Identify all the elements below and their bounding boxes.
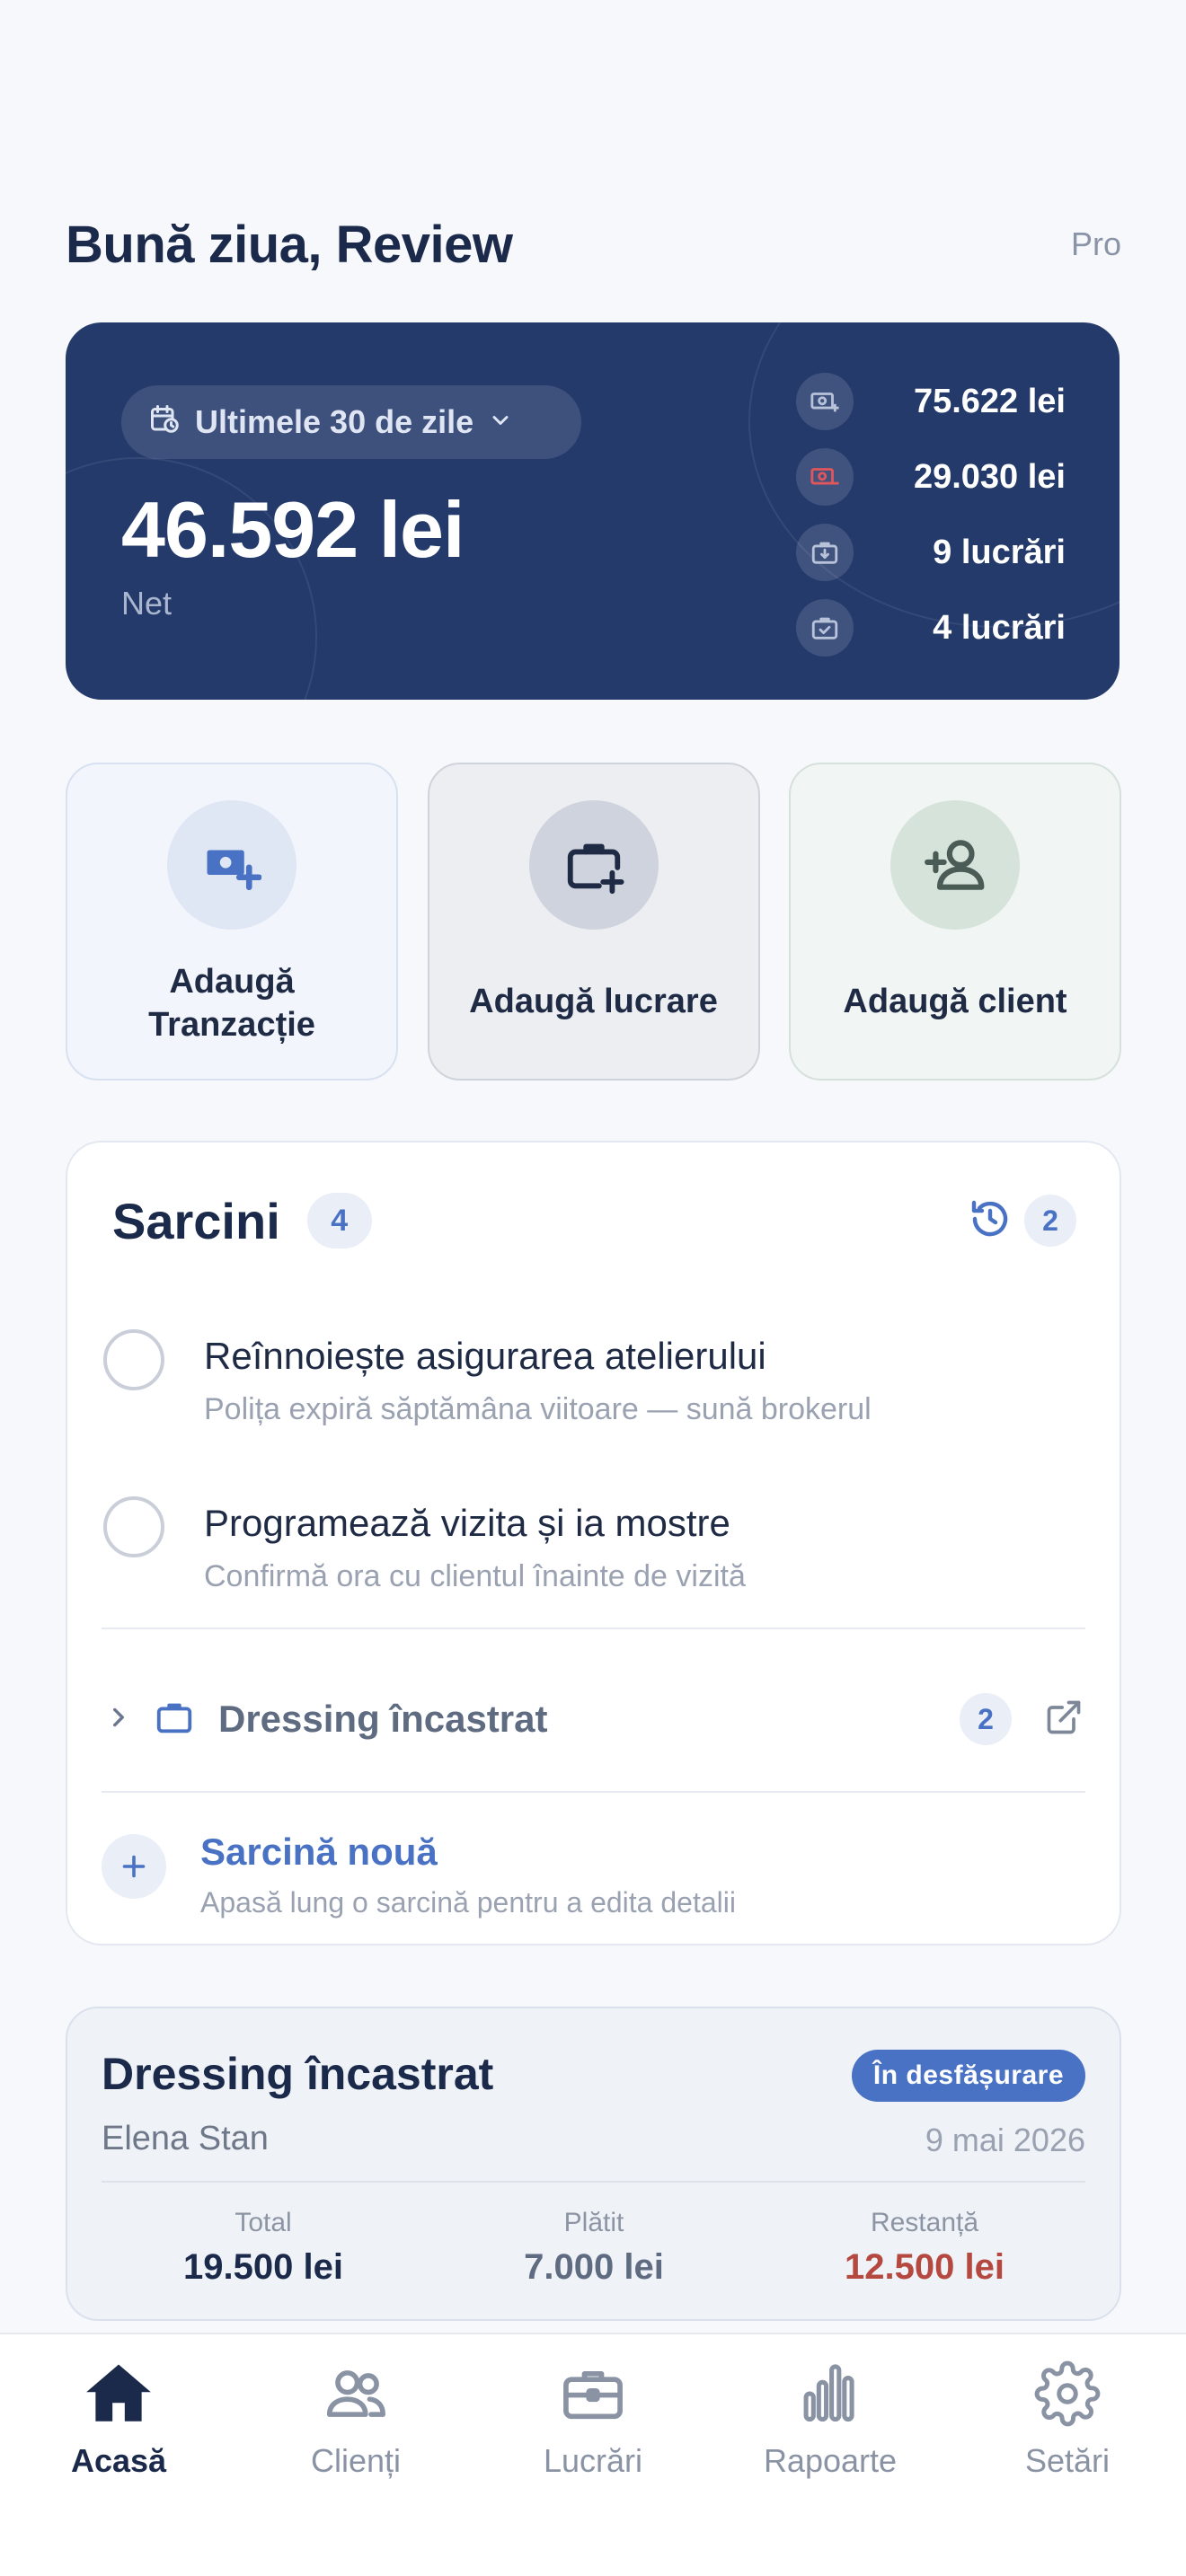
task-title: Reînnoiește asigurarea atelierului [204, 1335, 766, 1377]
paid-block: Plătit 7.000 lei [432, 2208, 756, 2288]
stats-list: 75.622 lei 29.030 lei 9 lucrări 4 lucrăr… [796, 364, 1066, 666]
add-job-label: Adaugă lucrare [469, 983, 718, 1020]
quick-actions: Adaugă Tranzacție Adaugă lucrare Adaugă … [66, 763, 1121, 1081]
due-value: 12.500 lei [845, 2247, 1005, 2287]
history-count-badge: 2 [1024, 1195, 1076, 1247]
users-icon [323, 2351, 389, 2437]
nav-reports-label: Rapoarte [763, 2442, 898, 2479]
home-screen: Bună ziua, Review Pro Ultimele 30 de zil… [0, 0, 1186, 2576]
task-project-group[interactable]: Dressing încastrat 2 [103, 1674, 1084, 1764]
briefcase-check-icon [796, 599, 854, 657]
nav-clients-label: Clienți [310, 2442, 402, 2479]
new-task-label: Sarcină nouă [200, 1831, 438, 1873]
tasks-card: Sarcini 4 2 Reînnoiește asigurarea ateli… [66, 1141, 1121, 1945]
add-transaction-button[interactable]: Adaugă Tranzacție [66, 763, 398, 1081]
tasks-title: Sarcini [112, 1192, 280, 1249]
stat-expense[interactable]: 29.030 lei [796, 439, 1066, 515]
nav-jobs-label: Lucrări [543, 2442, 643, 2479]
project-card[interactable]: Dressing încastrat În desfășurare Elena … [66, 2007, 1121, 2321]
money-plus-icon [167, 800, 296, 930]
add-job-button[interactable]: Adaugă lucrare [427, 763, 760, 1081]
due-block: Restanță 12.500 lei [763, 2208, 1086, 2288]
net-label: Net [121, 585, 173, 622]
home-icon [82, 2351, 155, 2437]
external-link-icon[interactable] [1044, 1698, 1084, 1742]
bottom-nav: Acasă Clienți Lucrări Rapoarte Setări [0, 2333, 1186, 2576]
stat-expense-value: 29.030 lei [913, 457, 1066, 496]
divider [102, 1791, 1085, 1793]
header: Bună ziua, Review Pro [66, 208, 1121, 280]
task-subtitle: Polița expiră săptămâna viitoare — sună … [204, 1392, 872, 1426]
paid-value: 7.000 lei [524, 2247, 664, 2287]
divider [102, 1628, 1085, 1629]
task-title: Programează vizita și ia mostre [204, 1502, 730, 1544]
task-item[interactable]: Programează vizita și ia mostre Confirmă… [103, 1482, 1084, 1617]
total-label: Total [235, 2208, 292, 2237]
nav-home-label: Acasă [70, 2442, 167, 2479]
briefcase-icon [154, 1697, 195, 1742]
tasks-count-badge: 4 [306, 1193, 372, 1248]
total-value: 19.500 lei [183, 2247, 343, 2287]
stat-income-value: 75.622 lei [913, 382, 1066, 420]
plan-badge[interactable]: Pro [1071, 225, 1121, 263]
chevron-down-icon [488, 403, 513, 441]
task-item[interactable]: Reînnoiește asigurarea atelierului Poliț… [103, 1315, 1084, 1450]
chevron-right-icon [103, 1702, 134, 1737]
stat-new-jobs-value: 9 lucrări [933, 533, 1066, 571]
user-plus-icon [890, 800, 1020, 930]
project-title: Dressing încastrat [102, 2049, 494, 2099]
nav-settings-label: Setări [1024, 2442, 1111, 2479]
paid-label: Plătit [563, 2208, 624, 2237]
task-subtitle: Confirmă ora cu clientul înainte de vizi… [204, 1559, 746, 1593]
status-badge: În desfășurare [851, 2050, 1085, 2102]
project-date: 9 mai 2026 [925, 2122, 1085, 2158]
money-in-icon [796, 373, 854, 430]
stat-new-jobs[interactable]: 9 lucrări [796, 515, 1066, 590]
bar-chart-icon [796, 2351, 864, 2437]
period-selector[interactable]: Ultimele 30 de zile [121, 385, 581, 459]
task-checkbox[interactable] [103, 1329, 164, 1390]
money-out-icon [796, 448, 854, 506]
divider [102, 2181, 1085, 2183]
project-client: Elena Stan [102, 2120, 269, 2157]
history-icon [969, 1197, 1012, 1245]
task-history-button[interactable]: 2 [969, 1195, 1076, 1247]
project-group-name: Dressing încastrat [218, 1698, 548, 1740]
net-amount: 46.592 lei [121, 485, 465, 574]
tasks-header: Sarcini 4 2 [112, 1189, 1076, 1252]
add-transaction-label: Adaugă Tranzacție [148, 963, 315, 1044]
briefcase-down-icon [796, 524, 854, 581]
plus-icon [102, 1834, 166, 1899]
briefcase-icon [559, 2351, 627, 2437]
nav-home[interactable]: Acasă [11, 2351, 226, 2480]
project-group-count: 2 [960, 1693, 1012, 1745]
summary-card: Ultimele 30 de zile 46.592 lei Net 75.62… [66, 322, 1120, 700]
total-block: Total 19.500 lei [102, 2208, 425, 2288]
gear-icon [1034, 2351, 1101, 2437]
greeting-title: Bună ziua, Review [66, 215, 513, 274]
briefcase-plus-icon [528, 800, 659, 930]
period-label: Ultimele 30 de zile [195, 403, 474, 440]
stat-done-jobs-value: 4 lucrări [933, 608, 1066, 647]
new-task-hint: Apasă lung o sarcină pentru a edita deta… [200, 1886, 736, 1919]
new-task-button[interactable]: Sarcină nouă Apasă lung o sarcină pentru… [102, 1811, 1085, 1919]
task-checkbox[interactable] [103, 1496, 164, 1557]
stat-done-jobs[interactable]: 4 lucrări [796, 590, 1066, 666]
stat-income[interactable]: 75.622 lei [796, 364, 1066, 439]
nav-settings[interactable]: Setări [960, 2351, 1175, 2480]
add-client-button[interactable]: Adaugă client [789, 763, 1121, 1081]
due-label: Restanță [870, 2208, 979, 2237]
calendar-clock-icon [148, 402, 181, 443]
nav-reports[interactable]: Rapoarte [722, 2351, 938, 2480]
nav-clients[interactable]: Clienți [248, 2351, 464, 2480]
add-client-label: Adaugă client [843, 983, 1067, 1020]
nav-jobs[interactable]: Lucrări [485, 2351, 701, 2480]
